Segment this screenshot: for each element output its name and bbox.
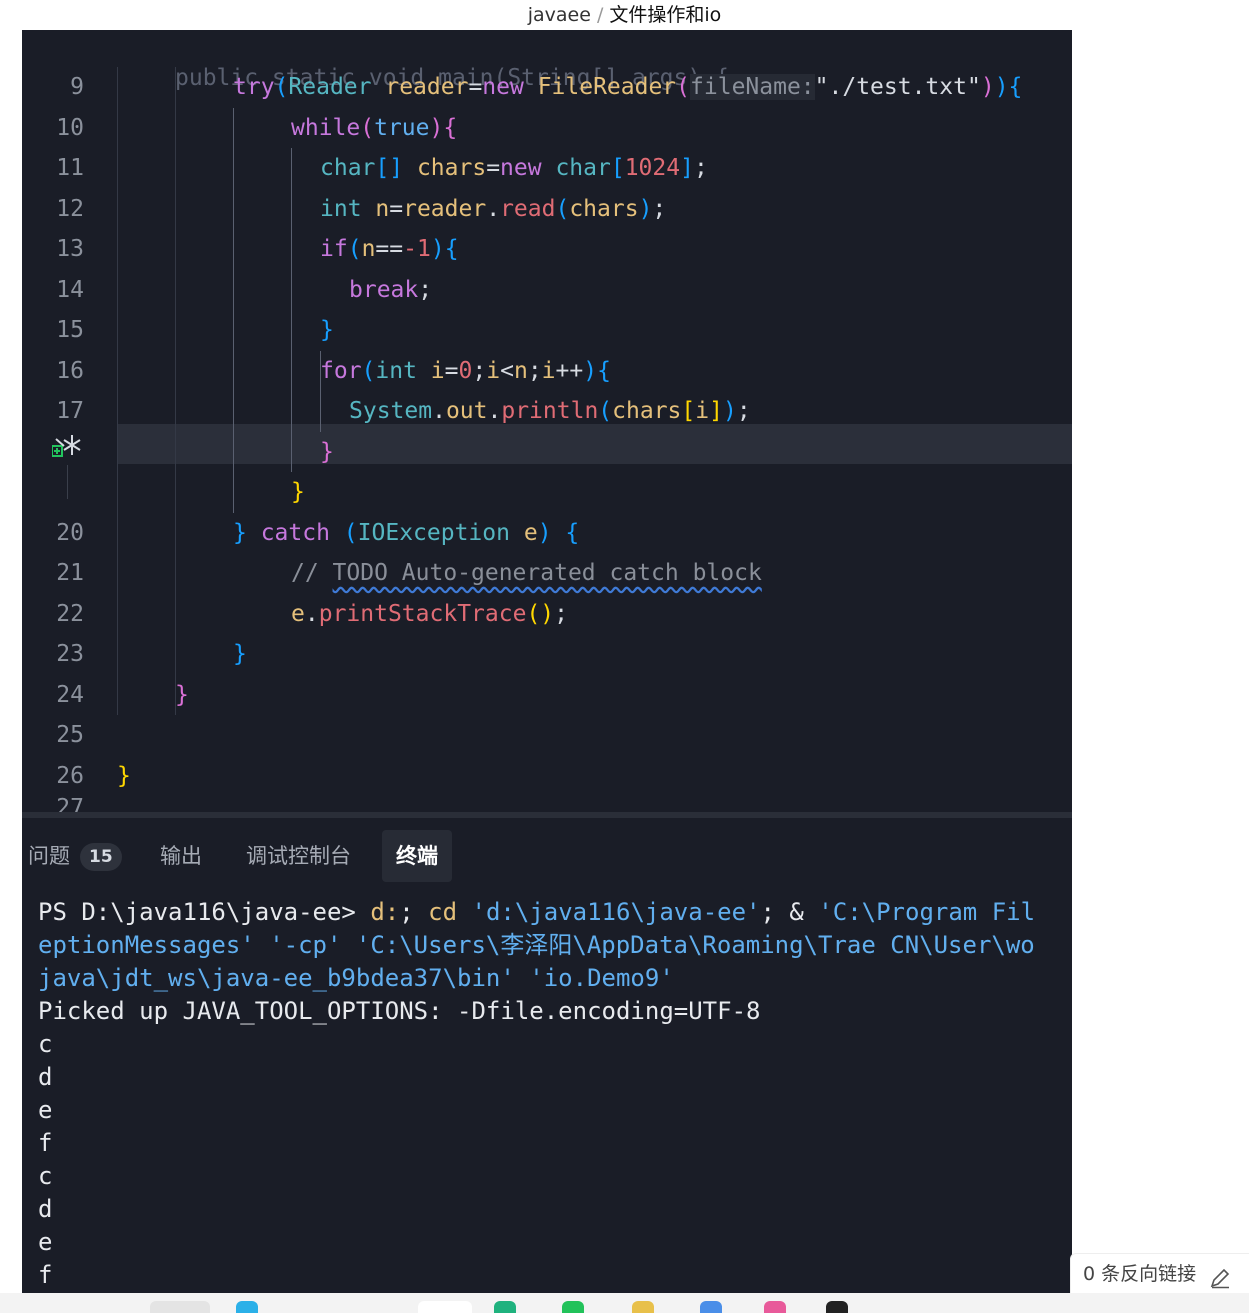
code-text: while(true){	[291, 114, 458, 141]
panel-tabs: 问题 15 输出 调试控制台 终端	[22, 830, 1072, 882]
taskbar-app-icon[interactable]	[632, 1301, 654, 1313]
code-line[interactable]: 23}	[22, 634, 1072, 674]
line-number: 9	[70, 74, 84, 100]
line-number: 10	[56, 114, 84, 141]
line-number: 23	[56, 641, 84, 667]
terminal-wrap-line: eptionMessages' '-cp' 'C:\Users\李泽阳\AppD…	[38, 931, 1035, 959]
problems-count-badge: 15	[80, 843, 122, 871]
line-number: 24	[56, 681, 84, 708]
code-line[interactable]: }	[22, 472, 1072, 512]
code-editor[interactable]: public static void main(String[] args) {…	[22, 30, 1072, 812]
code-text: if(n==-1){	[320, 236, 459, 262]
code-line[interactable]: }	[22, 432, 1072, 472]
line-number: 12	[56, 195, 84, 222]
taskbar-app-icon[interactable]	[826, 1301, 848, 1313]
line-number: 11	[56, 155, 84, 181]
taskbar	[0, 1293, 1249, 1313]
terminal-output-line: f	[38, 1261, 53, 1289]
code-line[interactable]: 15}	[22, 310, 1072, 350]
taskbar-app-icon[interactable]	[236, 1301, 258, 1313]
code-line[interactable]: 13 if(n==-1){	[22, 229, 1072, 269]
code-line[interactable]: 16 for(int i=0;i<n;i++){	[22, 351, 1072, 391]
breadcrumb-parent[interactable]: javaee	[528, 4, 591, 26]
code-line-partial: 27	[56, 795, 84, 812]
code-line[interactable]: 9 try(Reader reader=new FileReader(fileNa…	[22, 67, 1072, 107]
line-number: 22	[56, 600, 84, 627]
backlinks-indicator[interactable]: 0 条反向链接	[1070, 1253, 1249, 1293]
breadcrumb-current[interactable]: 文件操作和io	[609, 4, 721, 26]
code-line[interactable]: 12 int n=reader.read(chars);	[22, 189, 1072, 229]
indent-guide	[233, 107, 234, 513]
indent-guide	[117, 67, 118, 715]
indent-guide	[291, 148, 292, 472]
code-text: }	[175, 681, 189, 708]
taskbar-app-icon[interactable]	[700, 1301, 722, 1313]
line-number: 15	[56, 317, 84, 343]
terminal-output-line: f	[38, 1129, 53, 1157]
code-text: e.printStackTrace();	[291, 600, 569, 627]
line-number: 25	[56, 722, 84, 748]
backlinks-label: 0 条反向链接	[1083, 1263, 1197, 1285]
code-text: System.out.println(chars[i]);	[349, 398, 751, 424]
line-number: 14	[56, 276, 84, 303]
tab-debug-console[interactable]: 调试控制台	[246, 830, 351, 882]
line-number: 13	[56, 236, 84, 262]
taskbar-app-icon[interactable]	[418, 1301, 472, 1313]
code-text: // TODO Auto-generated catch block	[291, 560, 762, 586]
taskbar-app-icon[interactable]	[764, 1301, 786, 1313]
pen-icon[interactable]	[1209, 1263, 1231, 1289]
code-text: }	[291, 479, 305, 505]
tab-problems[interactable]: 问题 15	[28, 830, 122, 882]
code-line[interactable]: 24}	[22, 675, 1072, 715]
breadcrumb-separator: /	[596, 4, 604, 26]
taskbar-app-icon[interactable]	[494, 1301, 516, 1313]
code-line[interactable]: 17 System.out.println(chars[i]);	[22, 391, 1072, 431]
code-text: break;	[349, 276, 433, 303]
terminal-output-line: d	[38, 1063, 53, 1091]
code-text: }	[233, 641, 247, 667]
code-text: char[] chars=new char[1024];	[320, 155, 708, 181]
code-text: }	[320, 438, 334, 465]
line-number: 20	[56, 519, 84, 546]
code-text: } catch (IOException e) {	[233, 519, 580, 546]
indent-guide	[175, 67, 176, 715]
indent-guide	[320, 350, 321, 432]
code-line-partial: public static void main(String[] args) {	[175, 65, 729, 91]
code-line[interactable]: 21 // TODO Auto-generated catch block	[22, 553, 1072, 593]
tab-output[interactable]: 输出	[160, 830, 202, 882]
code-text: for(int i=0;i<n;i++){	[320, 357, 611, 384]
code-line[interactable]: 22 e.printStackTrace();	[22, 594, 1072, 634]
code-line[interactable]: 14 break;	[22, 270, 1072, 310]
code-text: int n=reader.read(chars);	[320, 195, 667, 222]
terminal-output-line: c	[38, 1030, 53, 1058]
code-text: try(Reader reader=new FileReader(fileNam…	[233, 74, 1023, 100]
terminal-command-line: PS D:\java116\java-ee> d:; cd 'd:\java11…	[38, 898, 1036, 926]
terminal-wrap-line: java\jdt_ws\java-ee_b9bdea37\bin' 'io.De…	[38, 964, 674, 992]
tab-terminal[interactable]: 终端	[382, 830, 452, 882]
taskbar-app-icon[interactable]	[562, 1301, 584, 1313]
panel-divider[interactable]	[22, 812, 1072, 818]
code-line[interactable]: 20 } catch (IOException e) {	[22, 513, 1072, 553]
terminal-output-line: e	[38, 1228, 53, 1256]
ide-window: public static void main(String[] args) {…	[22, 30, 1072, 1293]
terminal-output[interactable]: PS D:\java116\java-ee> d:; cd 'd:\java11…	[38, 896, 1072, 1293]
line-number: 17	[56, 398, 84, 424]
code-line[interactable]: 25	[22, 715, 1072, 755]
code-text: }	[320, 317, 334, 343]
code-line[interactable]: 10 while(true){	[22, 108, 1072, 148]
code-line[interactable]: 11 char[] chars=new char[1024];	[22, 148, 1072, 188]
line-number: 16	[56, 357, 84, 384]
terminal-output-line: c	[38, 1162, 53, 1190]
taskbar-search[interactable]	[150, 1301, 210, 1313]
terminal-output-line: e	[38, 1096, 53, 1124]
terminal-output-line: Picked up JAVA_TOOL_OPTIONS: -Dfile.enco…	[38, 997, 761, 1025]
terminal-output-line: d	[38, 1195, 53, 1223]
line-number: 21	[56, 560, 84, 586]
